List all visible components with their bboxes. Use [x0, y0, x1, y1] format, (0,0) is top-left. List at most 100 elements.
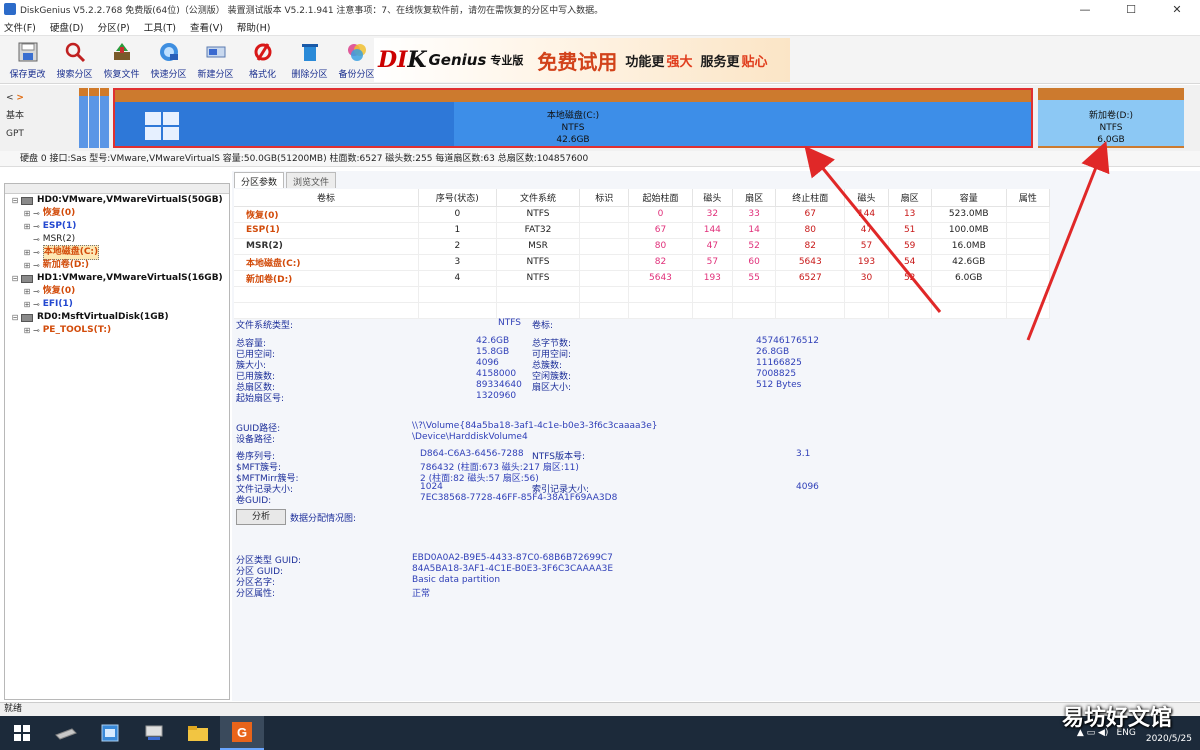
- tree-partition-node[interactable]: ⊸ MSR(2): [5, 233, 229, 246]
- taskbar-drive-icon[interactable]: [44, 716, 88, 750]
- search-partition-button[interactable]: 搜索分区: [51, 37, 98, 83]
- menu-partition[interactable]: 分区(P): [98, 20, 130, 34]
- expand-toggle-icon[interactable]: ⊟: [9, 272, 21, 285]
- tree-disk-node[interactable]: ⊟ HD0:VMware,VMwareVirtualS(50GB): [5, 194, 229, 207]
- start-button[interactable]: [0, 716, 44, 750]
- table-cell: 47: [692, 238, 733, 255]
- table-row[interactable]: ESP(1) 1 FAT32 67 144 14 80 47 51 100.0MB: [234, 222, 1051, 239]
- partition-block-esp[interactable]: [89, 88, 99, 148]
- table-row[interactable]: 本地磁盘(C:) 3 NTFS 82 57 60 5643 193 54 42.6GB: [234, 254, 1051, 271]
- expand-toggle-icon[interactable]: ⊞: [21, 207, 33, 220]
- tree-node-label: HD1:VMware,VMwareVirtualS(16GB): [37, 273, 223, 283]
- save-changes-button[interactable]: 保存更改: [4, 37, 51, 83]
- table-row[interactable]: 恢复(0) 0 NTFS 0 32 33 67 144 13 523.0MB: [234, 206, 1051, 223]
- column-header[interactable]: 终止柱面: [775, 189, 846, 207]
- table-cell: 4: [418, 270, 497, 287]
- taskbar-network-icon[interactable]: [132, 716, 176, 750]
- tree-disk-node[interactable]: ⊟ RD0:MsftVirtualDisk(1GB): [5, 311, 229, 324]
- tree-partition-node[interactable]: ⊞ ⊸ 本地磁盘(C:): [5, 245, 229, 260]
- column-header[interactable]: 属性: [1006, 189, 1051, 207]
- column-header[interactable]: 卷标: [234, 189, 419, 207]
- fs-type-value: NTFS: [498, 318, 521, 328]
- small-partitions[interactable]: [79, 88, 109, 148]
- column-header[interactable]: 容量: [931, 189, 1007, 207]
- expand-toggle-icon[interactable]: ⊞: [21, 285, 33, 298]
- expand-toggle-icon[interactable]: ⊞: [21, 220, 33, 233]
- column-header[interactable]: 扇区: [732, 189, 777, 207]
- promo-banner[interactable]: DIK Genius 专业版 免费试用 功能更 强大 服务更 贴心: [374, 38, 790, 82]
- table-cell: MSR: [496, 238, 581, 255]
- table-cell: 0: [418, 206, 497, 223]
- backup-partition-button[interactable]: 备份分区: [333, 37, 380, 83]
- banner-logo: DIK: [378, 47, 427, 73]
- menu-file[interactable]: 文件(F): [4, 20, 36, 34]
- delete-partition-button[interactable]: 删除分区: [286, 37, 333, 83]
- new-partition-button[interactable]: 新建分区: [192, 37, 239, 83]
- table-cell: 30: [844, 270, 889, 287]
- tab-partition-params[interactable]: 分区参数: [234, 172, 285, 188]
- format-button[interactable]: 格式化: [239, 37, 286, 83]
- menu-tools[interactable]: 工具(T): [144, 20, 176, 34]
- analyze-button[interactable]: 分析: [236, 509, 286, 525]
- table-cell: 51: [888, 222, 932, 239]
- tree-disk-node[interactable]: ⊟ HD1:VMware,VMwareVirtualS(16GB): [5, 272, 229, 285]
- quick-partition-button[interactable]: 快速分区: [145, 37, 192, 83]
- column-header[interactable]: 文件系统: [496, 189, 581, 207]
- minimize-button[interactable]: —: [1062, 0, 1108, 18]
- partition-block-recovery[interactable]: [79, 88, 89, 148]
- column-header[interactable]: 磁头: [844, 189, 889, 207]
- tree-node-label: PE_TOOLS(T:): [42, 325, 112, 335]
- empty-row: [234, 302, 1051, 319]
- table-cell: 55: [732, 270, 777, 287]
- row-volume-label: 恢复(0): [234, 206, 419, 223]
- expand-toggle-icon[interactable]: ⊟: [9, 194, 21, 207]
- tab-browse-files[interactable]: 浏览文件: [286, 172, 337, 188]
- table-cell: 67: [775, 206, 846, 223]
- property-value: 1320960: [476, 391, 517, 401]
- column-header[interactable]: 标识: [579, 189, 630, 207]
- expand-toggle-icon[interactable]: ⊞: [21, 324, 33, 337]
- property-value: 1024: [420, 482, 443, 492]
- menu-view[interactable]: 查看(V): [190, 20, 223, 34]
- tree-partition-node[interactable]: ⊞ ⊸ PE_TOOLS(T:): [5, 324, 229, 337]
- partition-block-c[interactable]: 本地磁盘(C:) NTFS 42.6GB: [113, 88, 1033, 148]
- status-bar: 就绪: [0, 702, 1200, 716]
- tree-partition-node[interactable]: ⊞ ⊸ 恢复(0): [5, 207, 229, 220]
- tree-partition-node[interactable]: ⊞ ⊸ 恢复(0): [5, 285, 229, 298]
- maximize-button[interactable]: ☐: [1108, 0, 1154, 18]
- property-value: 4096: [796, 482, 819, 492]
- disk-type-gpt: GPT: [6, 129, 24, 139]
- watermark-text: 易坊好文馆: [1061, 706, 1172, 731]
- next-disk-button[interactable]: >: [16, 93, 24, 103]
- prev-disk-button[interactable]: <: [6, 93, 14, 103]
- expand-toggle-icon[interactable]: ⊞: [21, 259, 33, 272]
- recover-icon: [110, 40, 134, 64]
- tree-partition-node[interactable]: ⊞ ⊸ 新加卷(D:): [5, 259, 229, 272]
- menu-disk[interactable]: 硬盘(D): [50, 20, 84, 34]
- table-row[interactable]: 新加卷(D:) 4 NTFS 5643 193 55 6527 30 52 6.0GB: [234, 270, 1051, 287]
- partition-c-fs: NTFS: [561, 123, 585, 133]
- column-header[interactable]: 扇区: [888, 189, 932, 207]
- property-label: 起始扇区号:: [236, 394, 285, 404]
- column-header[interactable]: 磁头: [692, 189, 733, 207]
- expand-toggle-icon[interactable]: ⊞: [21, 246, 33, 259]
- recover-files-button[interactable]: 恢复文件: [98, 37, 145, 83]
- tree-node-label: 新加卷(D:): [42, 260, 89, 270]
- tree-node-label: 本地磁盘(C:): [42, 245, 100, 260]
- tree-partition-node[interactable]: ⊞ ⊸ EFI(1): [5, 298, 229, 311]
- menu-help[interactable]: 帮助(H): [237, 20, 271, 34]
- taskbar-explorer-icon[interactable]: [176, 716, 220, 750]
- close-button[interactable]: ✕: [1154, 0, 1200, 18]
- taskbar-control-panel-icon[interactable]: [88, 716, 132, 750]
- table-row[interactable]: MSR(2) 2 MSR 80 47 52 82 57 59 16.0MB: [234, 238, 1051, 255]
- column-header[interactable]: 起始柱面: [628, 189, 693, 207]
- property-label: 分区属性:: [236, 589, 276, 599]
- partition-block-msr[interactable]: [99, 88, 109, 148]
- column-header[interactable]: 序号(状态): [418, 189, 497, 207]
- tree-partition-node[interactable]: ⊞ ⊸ ESP(1): [5, 220, 229, 233]
- disk-type-basic: 基本: [6, 111, 25, 121]
- taskbar-diskgenius-icon[interactable]: G: [220, 716, 264, 750]
- expand-toggle-icon[interactable]: ⊞: [21, 298, 33, 311]
- partition-block-d[interactable]: 新加卷(D:) NTFS 6.0GB: [1038, 88, 1184, 148]
- expand-toggle-icon[interactable]: ⊟: [9, 311, 21, 324]
